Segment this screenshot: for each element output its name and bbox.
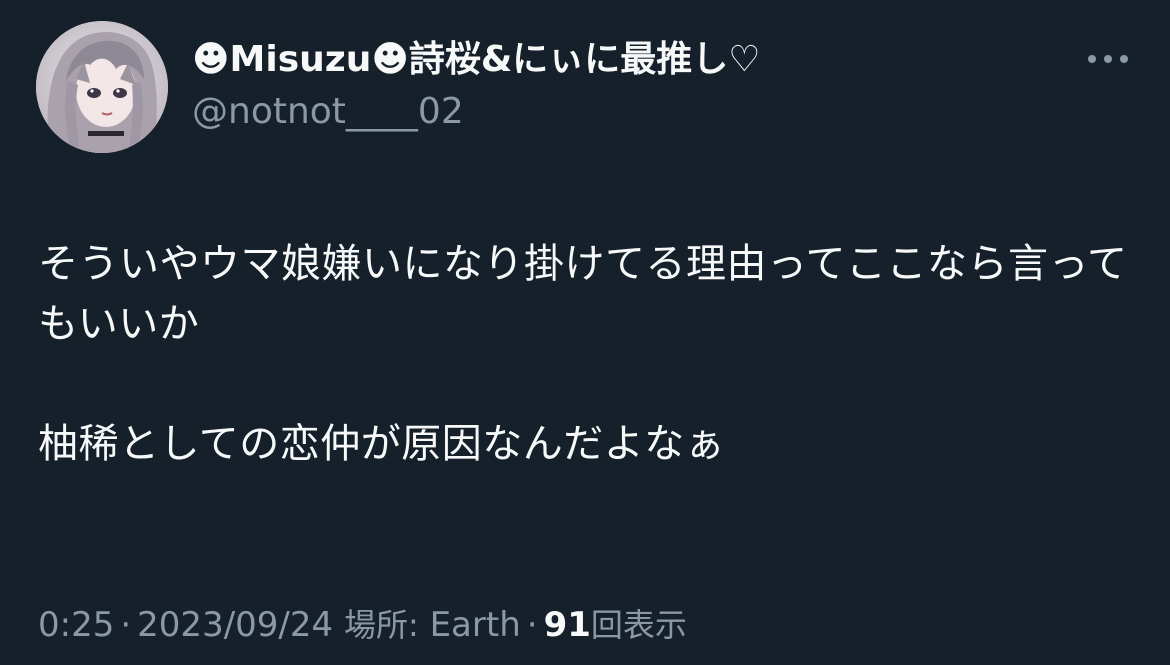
- tweet-time[interactable]: 0:25: [38, 605, 114, 645]
- author-display-name[interactable]: ☻Misuzu☻詩桜&にぃに最推し♡: [192, 38, 761, 82]
- author-handle[interactable]: @notnot____02: [192, 90, 464, 134]
- avatar[interactable]: [36, 21, 168, 153]
- more-options-button[interactable]: [1082, 46, 1134, 72]
- meta-separator-2: ·: [526, 605, 538, 645]
- more-horizontal-icon: [1088, 55, 1128, 63]
- meta-separator: ·: [120, 605, 132, 645]
- tweet-meta: 0:25 · 2023/09/24 場所: Earth · 91回表示: [38, 603, 687, 647]
- tweet-text: そういやウマ娘嫌いになり掛けてる理由ってここなら言ってもいいか 柚稀としての恋仲…: [38, 241, 1128, 467]
- tweet-date[interactable]: 2023/09/24: [137, 605, 333, 645]
- avatar-illustration: [36, 21, 168, 153]
- views-label: 回表示: [590, 606, 687, 644]
- location-value: Earth: [429, 605, 521, 645]
- views-count[interactable]: 91: [544, 605, 591, 645]
- tweet: ☻Misuzu☻詩桜&にぃに最推し♡ @notnot____02 そういやウマ娘…: [0, 0, 1170, 665]
- location-label: 場所:: [343, 606, 419, 644]
